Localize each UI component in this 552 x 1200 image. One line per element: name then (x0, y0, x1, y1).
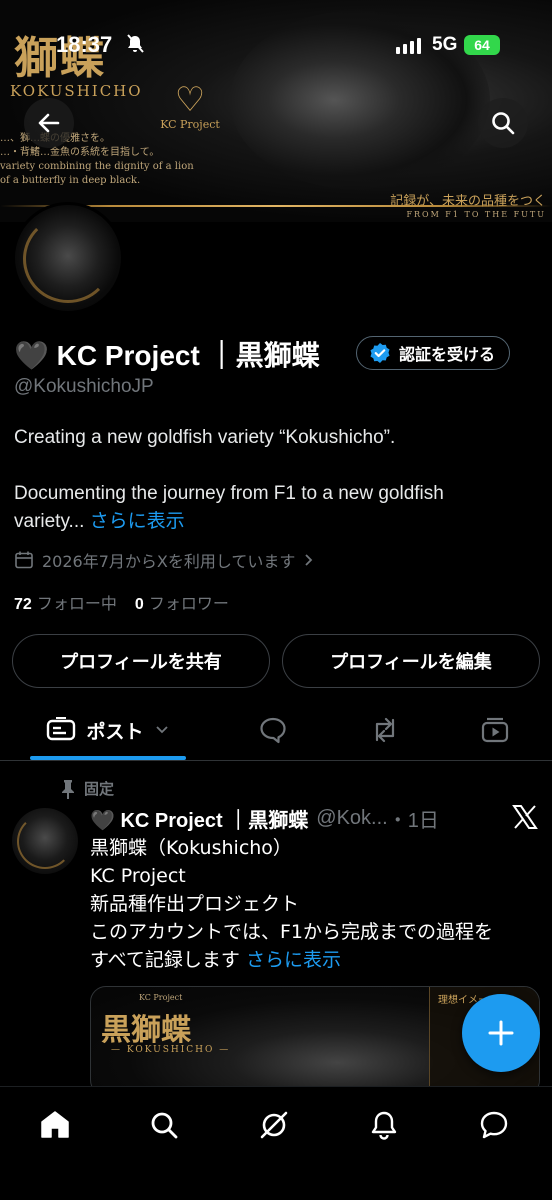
bio-line: Creating a new goldfish variety “Kokushi… (14, 427, 396, 448)
followers-count: 0 (134, 596, 144, 613)
get-verified-button[interactable]: 認証を受ける (356, 336, 511, 370)
post-author-avatar[interactable] (12, 808, 78, 874)
banner-line: …・背鰭…金魚の系統を目指して。 (0, 147, 160, 158)
chevron-down-icon (155, 726, 168, 734)
post-line: 新品種作出プロジェクト (90, 893, 300, 915)
banner-line: variety combining the dignity of a lion (0, 161, 194, 172)
banner-tagline-en: FROM F1 TO THE FUTU (406, 210, 546, 219)
video-icon (481, 717, 509, 743)
followers-link[interactable]: 0 フォロワー (135, 590, 229, 614)
logo-text: KC Project (160, 118, 220, 131)
nav-notifications[interactable] (362, 1103, 406, 1147)
joined-date[interactable]: 2026年7月からXを利用しています (14, 548, 315, 572)
post-time[interactable]: ・1日 (388, 804, 439, 833)
chevron-right-icon (305, 554, 313, 566)
tab-replies[interactable] (248, 700, 298, 760)
bell-icon (371, 1111, 397, 1140)
media-title: 黒獅蝶 (101, 1013, 191, 1048)
calendar-icon (15, 551, 33, 569)
tab-posts-label: ポスト (86, 720, 144, 743)
bell-muted-icon (126, 34, 144, 59)
plus-icon (488, 1020, 514, 1046)
chat-icon (480, 1111, 508, 1139)
banner-line: of a butterfly in deep black. (0, 175, 141, 186)
follow-stats: 72 フォロー中 0 フォロワー (14, 590, 229, 614)
post-line: KC Project (90, 865, 186, 887)
pin-icon (62, 779, 74, 799)
heart-logo-icon: ♡ (174, 80, 206, 120)
media-subtitle: — KOKUSHICHO — (111, 1045, 231, 1055)
profile-avatar[interactable] (12, 202, 124, 314)
share-profile-button[interactable]: プロフィールを共有 (12, 634, 270, 688)
profile-bio: Creating a new goldfish variety “Kokushi… (14, 424, 534, 536)
post-line: すべて記録します さらに表示 (90, 946, 530, 974)
banner-romaji: KOKUSHICHO (10, 82, 143, 100)
profile-display-name: 🖤 KC Project ｜黒獅蝶 (14, 340, 320, 371)
x-logo-icon (512, 804, 538, 837)
bio-text: Documenting the journey from F1 to a new… (14, 483, 444, 532)
profile-tabs: ポスト (0, 700, 552, 760)
bio-show-more-link[interactable]: さらに表示 (90, 511, 185, 532)
media-logo-text: KC Project (139, 993, 183, 1002)
following-link[interactable]: 72 フォロー中 (14, 590, 117, 614)
tab-reposts[interactable] (360, 700, 410, 760)
get-verified-label: 認証を受ける (399, 345, 496, 364)
tab-media[interactable] (470, 700, 520, 760)
post-author-name[interactable]: 🖤 KC Project ｜黒獅蝶 (90, 804, 308, 833)
search-button[interactable] (478, 98, 528, 148)
verified-badge-icon (370, 343, 390, 363)
bottom-navigation (0, 1086, 552, 1200)
nav-grok[interactable] (252, 1103, 296, 1147)
status-time: 18:37 (56, 32, 113, 57)
status-bar: 18:37 5G 64 (0, 30, 552, 64)
followers-label: フォロワー (148, 594, 229, 613)
post-show-more-link[interactable]: さらに表示 (246, 949, 341, 971)
profile-name-row: 🖤 KC Project ｜黒獅蝶 (14, 334, 320, 374)
compose-post-button[interactable] (462, 994, 540, 1072)
post-line: 黒獅蝶（Kokushicho） (90, 837, 292, 859)
post-text[interactable]: 黒獅蝶（Kokushicho） KC Project 新品種作出プロジェクト こ… (90, 834, 530, 974)
following-count: 72 (14, 596, 32, 613)
joined-text: 2026年7月からXを利用しています (42, 552, 296, 571)
posts-tab-icon (47, 717, 76, 741)
post-line-text: すべて記録します (90, 949, 240, 971)
back-button[interactable] (24, 98, 74, 148)
edit-profile-button[interactable]: プロフィールを編集 (282, 634, 540, 688)
nav-messages[interactable] (472, 1103, 516, 1147)
battery-icon: 64 (464, 35, 500, 55)
search-icon (151, 1112, 178, 1139)
reply-icon (260, 717, 286, 744)
tabs-divider (0, 760, 552, 761)
bio-line: Documenting the journey from F1 to a new… (14, 480, 534, 536)
pinned-indicator: 固定 (60, 778, 114, 799)
nav-search[interactable] (142, 1103, 186, 1147)
pinned-label: 固定 (84, 780, 115, 798)
banner-description: …、獅…蝶の優雅さを。 …・背鰭…金魚の系統を目指して。 variety com… (0, 132, 194, 188)
post-line: このアカウントでは、F1から完成までの過程を (90, 921, 494, 943)
network-type: 5G (432, 34, 458, 55)
grok-icon (260, 1111, 288, 1139)
kc-project-logo: ♡ KC Project (160, 82, 220, 131)
profile-handle: @KokushichoJP (14, 376, 154, 397)
tab-posts[interactable]: ポスト (30, 700, 186, 760)
post-author-handle[interactable]: @Kok... (316, 807, 387, 830)
following-label: フォロー中 (36, 594, 117, 613)
signal-icon (396, 38, 421, 54)
home-icon (41, 1111, 69, 1138)
search-icon (492, 112, 515, 135)
post-header: 🖤 KC Project ｜黒獅蝶 @Kok... ・1日 (90, 804, 439, 833)
arrow-left-icon (38, 113, 60, 133)
repost-icon (375, 717, 395, 743)
nav-home[interactable] (33, 1103, 77, 1147)
